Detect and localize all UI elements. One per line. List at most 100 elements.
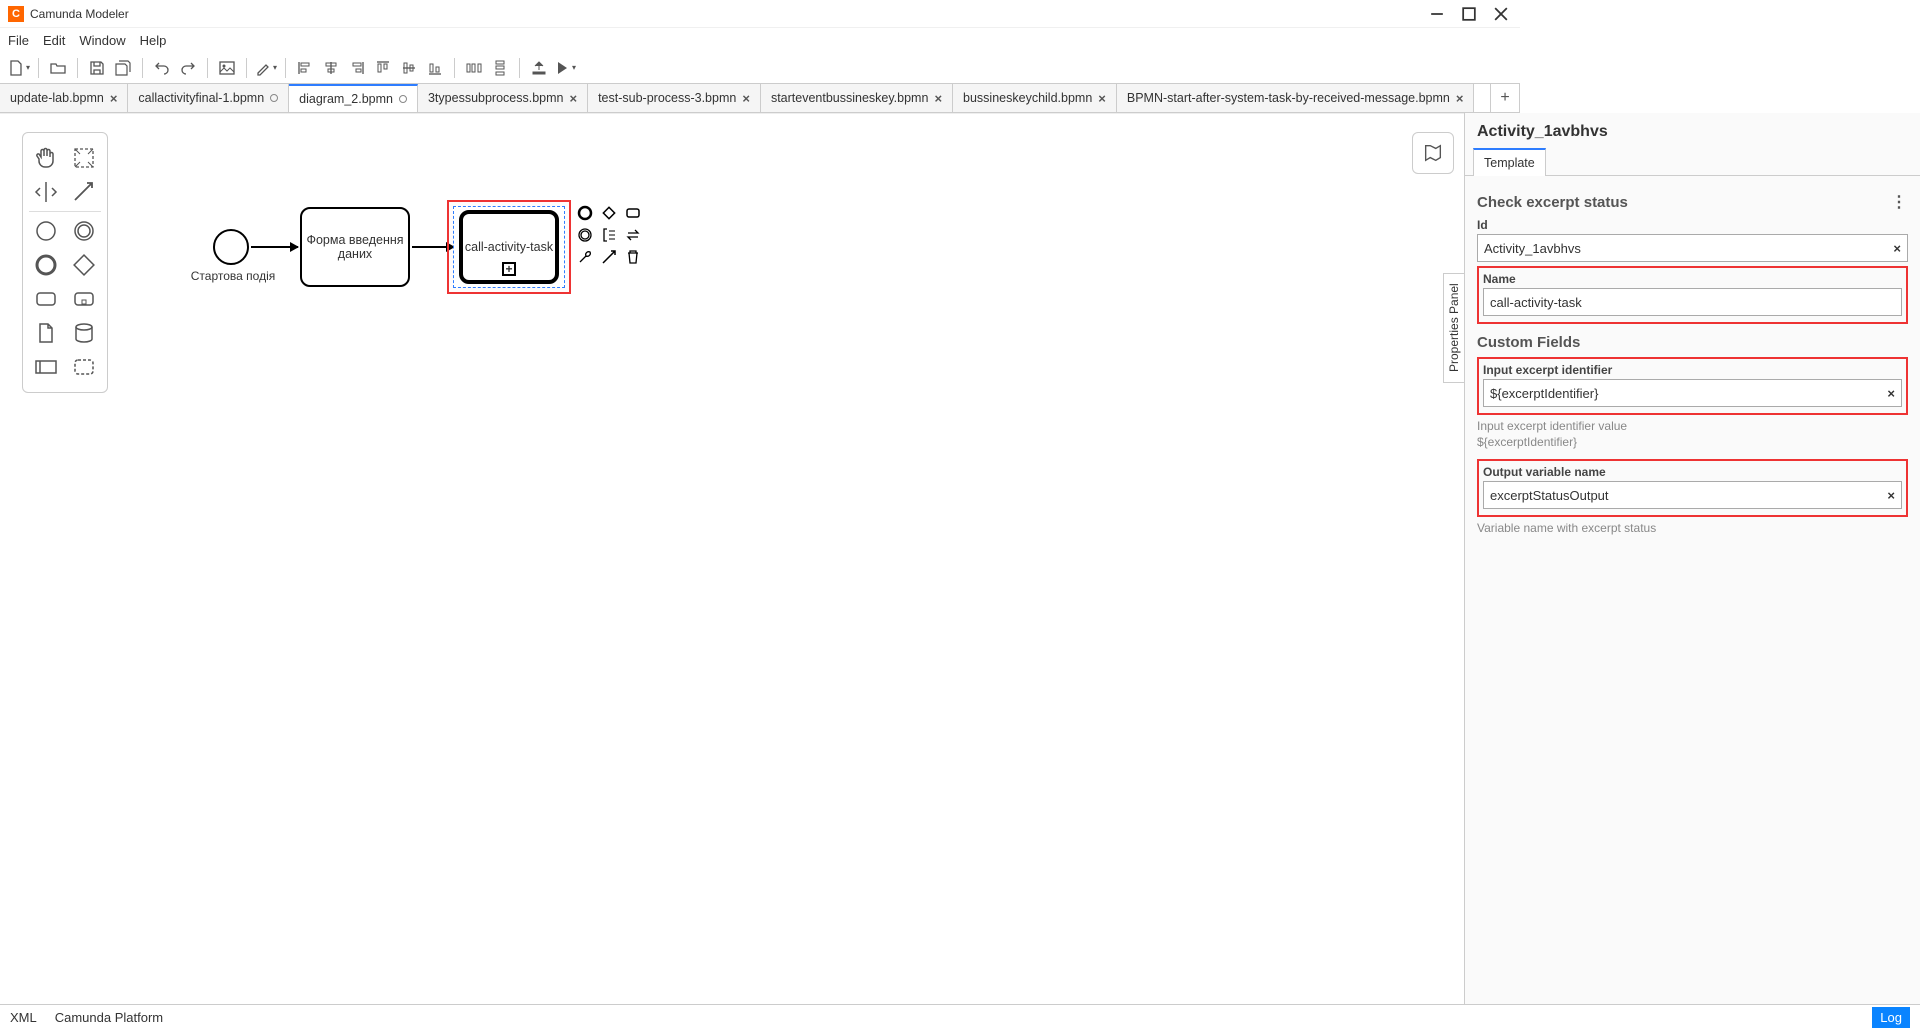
tab-label: diagram_2.bpmn [299,92,393,106]
clear-icon[interactable]: × [1887,488,1895,503]
template-tab[interactable]: Template [1473,148,1546,176]
sequence-flow[interactable] [251,246,298,248]
tab-3typessubprocess[interactable]: 3typessubprocess.bpmn× [418,84,588,112]
call-activity-label: call-activity-task [465,240,553,254]
subprocess-icon[interactable] [69,284,99,314]
output-var-input[interactable]: excerptStatusOutput × [1483,481,1902,509]
tab-update-lab[interactable]: update-lab.bpmn× [0,84,128,112]
clear-icon[interactable]: × [1893,241,1901,256]
maximize-icon[interactable] [1462,7,1476,21]
task-icon[interactable] [31,284,61,314]
align-right-button[interactable] [346,57,368,79]
minimize-icon[interactable] [1430,7,1444,21]
append-intermediate-event-icon[interactable] [576,226,594,244]
canvas[interactable]: Стартова подія Форма введення даних call… [0,113,1464,1004]
toolbar [0,52,1520,84]
tab-bpmn-start-after[interactable]: BPMN-start-after-system-task-by-received… [1117,84,1475,112]
menu-help[interactable]: Help [140,33,167,48]
tab-test-sub-process[interactable]: test-sub-process-3.bpmn × [588,84,761,112]
distribute-v-button[interactable] [489,57,511,79]
align-top-button[interactable] [372,57,394,79]
align-middle-button[interactable] [398,57,420,79]
delete-icon[interactable] [624,248,642,266]
image-button[interactable] [216,57,238,79]
close-icon[interactable]: × [934,91,942,106]
align-left-button[interactable] [294,57,316,79]
new-file-button[interactable] [8,57,30,79]
section-title: Check excerpt status [1477,194,1628,211]
gateway-icon[interactable] [69,250,99,280]
add-tab-button[interactable]: + [1490,84,1520,112]
tab-bussineskeychild[interactable]: bussineskeychild.bpmn× [953,84,1117,112]
redo-button[interactable] [177,57,199,79]
data-store-icon[interactable] [69,318,99,348]
hand-tool-icon[interactable] [31,143,61,173]
menu-file[interactable]: File [8,33,29,48]
annotation-icon[interactable] [600,226,618,244]
color-button[interactable] [255,57,277,79]
properties-panel-toggle[interactable]: Properties Panel [1443,273,1465,383]
intermediate-event-icon[interactable] [69,216,99,246]
clear-icon[interactable]: × [1887,386,1895,401]
lasso-tool-icon[interactable] [69,143,99,173]
align-center-h-button[interactable] [320,57,342,79]
save-all-button[interactable] [112,57,134,79]
close-icon[interactable]: × [1098,91,1106,106]
tab-starteventbussineskey[interactable]: starteventbussineskey.bpmn × [761,84,953,112]
wrench-icon[interactable] [576,248,594,266]
connect-tool-icon[interactable] [69,177,99,207]
dirty-indicator [399,95,407,103]
undo-button[interactable] [151,57,173,79]
section-custom-fields: Custom Fields [1477,334,1908,351]
run-button[interactable] [554,57,576,79]
distribute-h-button[interactable] [463,57,485,79]
status-platform[interactable]: Camunda Platform [55,1010,163,1025]
bpmn-palette [22,132,108,393]
data-object-icon[interactable] [31,318,61,348]
end-event-icon[interactable] [31,250,61,280]
input-excerpt-input[interactable]: ${excerptIdentifier} × [1483,379,1902,407]
close-icon[interactable]: × [569,91,577,106]
append-end-event-icon[interactable] [576,204,594,222]
append-task-icon[interactable] [624,204,642,222]
user-task[interactable]: Форма введення даних [300,207,410,287]
work-area: Стартова подія Форма введення даних call… [0,113,1920,1004]
separator [454,58,455,78]
start-event-icon[interactable] [31,216,61,246]
close-icon[interactable]: × [1456,91,1464,106]
connect-icon[interactable] [600,248,618,266]
change-type-icon[interactable] [624,226,642,244]
tab-label: starteventbussineskey.bpmn [771,91,929,105]
menu-window[interactable]: Window [79,33,125,48]
status-log[interactable]: Log [1872,1007,1910,1028]
name-input[interactable]: call-activity-task [1483,288,1902,316]
tab-diagram-2[interactable]: diagram_2.bpmn [289,84,418,112]
output-var-label: Output variable name [1483,465,1902,479]
menu-bar: File Edit Window Help [0,28,1520,52]
call-activity[interactable]: call-activity-task + [459,210,559,284]
section-check-excerpt: Check excerpt status ⋮ [1477,192,1908,212]
close-icon[interactable]: × [742,91,750,106]
group-icon[interactable] [69,352,99,382]
separator [29,211,101,212]
tab-callactivityfinal[interactable]: callactivityfinal-1.bpmn [128,84,289,112]
open-button[interactable] [47,57,69,79]
input-excerpt-label: Input excerpt identifier [1483,363,1902,377]
tab-label: test-sub-process-3.bpmn [598,91,736,105]
menu-edit[interactable]: Edit [43,33,65,48]
close-icon[interactable]: × [110,91,118,106]
id-input[interactable]: Activity_1avbhvs × [1477,234,1908,262]
output-var-hint: Variable name with excerpt status [1477,521,1908,535]
save-button[interactable] [86,57,108,79]
space-tool-icon[interactable] [31,177,61,207]
minimap-toggle[interactable] [1412,132,1454,174]
start-event[interactable]: Стартова подія [213,229,249,265]
align-bottom-button[interactable] [424,57,446,79]
kebab-menu-icon[interactable]: ⋮ [1891,192,1908,212]
close-window-icon[interactable] [1494,7,1508,21]
deploy-button[interactable] [528,57,550,79]
status-xml[interactable]: XML [10,1010,37,1025]
append-gateway-icon[interactable] [600,204,618,222]
participant-icon[interactable] [31,352,61,382]
separator [77,58,78,78]
